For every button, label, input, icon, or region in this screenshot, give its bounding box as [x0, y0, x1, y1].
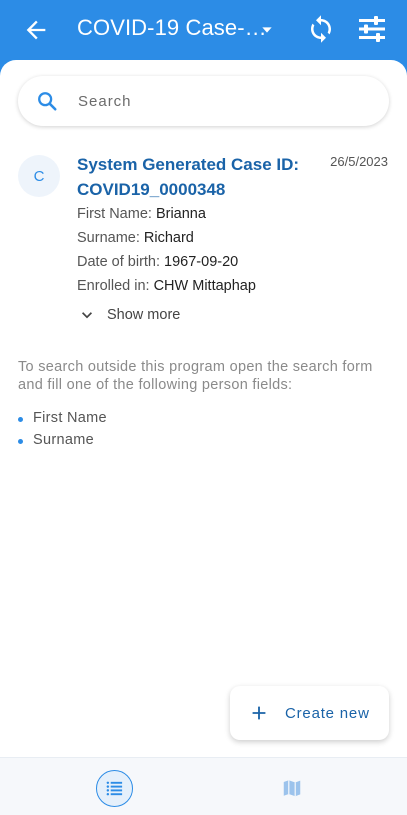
create-new-label: Create new: [285, 704, 370, 722]
attribute-surname: Surname: Richard: [77, 230, 194, 246]
filter-sliders-icon[interactable]: [356, 14, 388, 44]
search-icon: [38, 92, 57, 111]
case-id-title: System Generated Case ID: COVID19_000034…: [77, 152, 307, 202]
case-id-value: COVID19_0000348: [77, 180, 226, 199]
chevron-down-icon: [82, 312, 92, 319]
nav-list-view[interactable]: [96, 770, 133, 807]
search-input[interactable]: [78, 86, 368, 116]
plus-icon: [252, 706, 266, 720]
person-fields-list: First Name Surname: [18, 410, 107, 454]
case-date: 26/5/2023: [330, 154, 388, 169]
attribute-label: Enrolled in:: [77, 278, 150, 294]
sync-icon[interactable]: [306, 14, 336, 44]
attribute-value: CHW Mittaphap: [153, 278, 256, 294]
back-arrow-icon[interactable]: [22, 16, 50, 44]
attribute-label: Date of birth:: [77, 254, 161, 270]
list-item: Surname: [18, 432, 107, 454]
search-bar[interactable]: [18, 76, 389, 126]
attribute-enrolled-in: Enrolled in: CHW Mittaphap: [77, 278, 256, 294]
bottom-navigation: [0, 757, 407, 815]
caret-down-icon[interactable]: [259, 22, 275, 38]
map-icon[interactable]: [281, 777, 303, 799]
attribute-label: First Name:: [77, 206, 152, 222]
show-more-label: Show more: [107, 307, 181, 323]
case-id-label: System Generated Case ID:: [77, 155, 300, 174]
top-app-bar: COVID-19 Case-…: [0, 0, 407, 60]
list-item: First Name: [18, 410, 107, 432]
attribute-date-of-birth: Date of birth: 1967-09-20: [77, 254, 238, 270]
show-more-button[interactable]: Show more: [77, 303, 180, 327]
attribute-value: Brianna: [155, 206, 206, 222]
search-outside-hint: To search outside this program open the …: [18, 359, 373, 393]
attribute-label: Surname:: [77, 230, 140, 246]
list-icon: [106, 781, 123, 796]
attribute-value: 1967-09-20: [164, 254, 239, 270]
attribute-first-name: First Name: Brianna: [77, 206, 206, 222]
tei-card[interactable]: C System Generated Case ID: COVID19_0000…: [0, 148, 407, 328]
content-sheet: C System Generated Case ID: COVID19_0000…: [0, 60, 407, 815]
create-new-button[interactable]: Create new: [230, 686, 389, 740]
attribute-value: Richard: [143, 230, 194, 246]
avatar: C: [18, 155, 60, 197]
program-title[interactable]: COVID-19 Case-…: [77, 15, 267, 41]
